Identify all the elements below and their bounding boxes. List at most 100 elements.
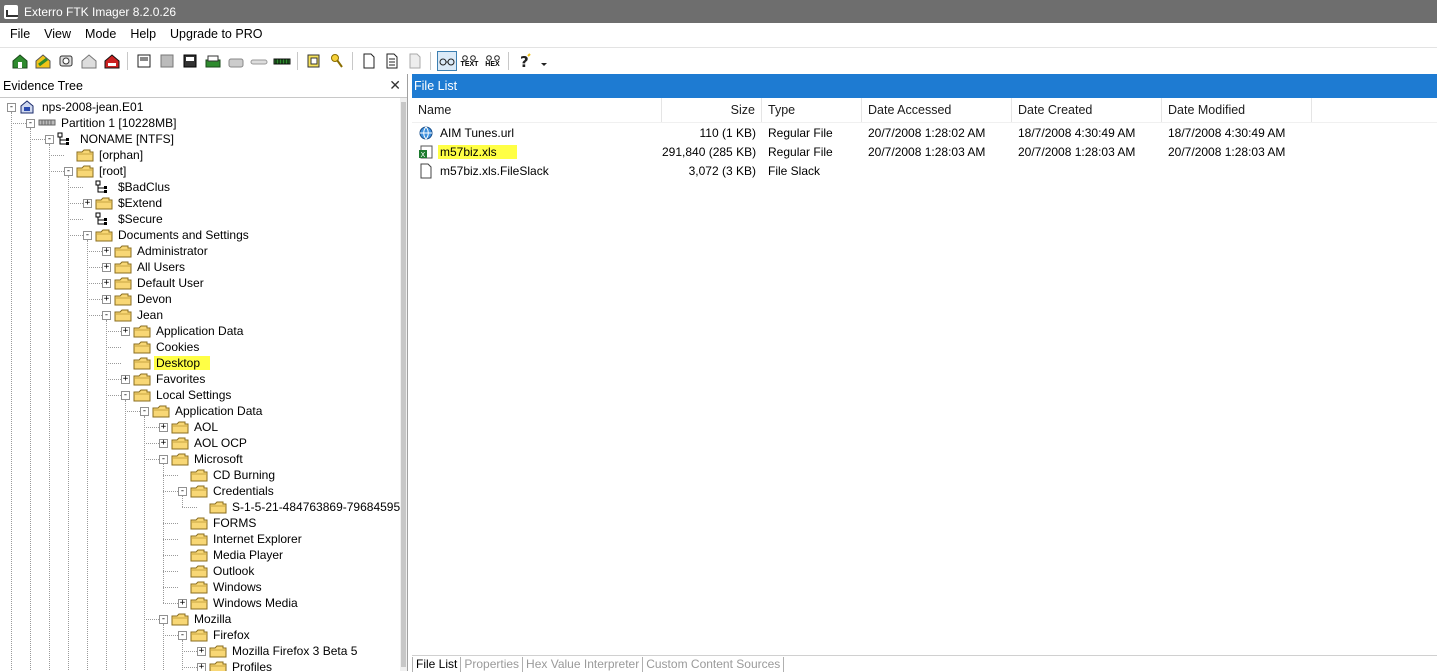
expand-icon[interactable]: +: [83, 198, 92, 208]
menu-help[interactable]: Help: [123, 23, 163, 45]
tree-item[interactable]: + Devon: [102, 291, 174, 307]
tree-item[interactable]: CD Burning: [178, 467, 277, 483]
column-date-accessed[interactable]: Date Accessed: [862, 98, 1012, 122]
tree-item[interactable]: - [root]: [64, 163, 128, 179]
tree-item[interactable]: - Credentials: [178, 483, 276, 499]
collapse-icon[interactable]: -: [140, 406, 149, 416]
tree-item[interactable]: [orphan]: [64, 147, 145, 163]
tree-item[interactable]: Cookies: [121, 339, 201, 355]
tree-item[interactable]: + Default User: [102, 275, 206, 291]
tree-item[interactable]: $BadClus: [83, 179, 172, 195]
export-logical-image-icon[interactable]: [180, 51, 200, 71]
expand-icon[interactable]: +: [197, 662, 206, 671]
tree-item[interactable]: FORMS: [178, 515, 258, 531]
add-all-evidence-icon[interactable]: [33, 51, 53, 71]
tab-properties[interactable]: Properties: [461, 657, 524, 672]
tab-custom-content-sources[interactable]: Custom Content Sources: [643, 657, 785, 672]
tree-item[interactable]: - Mozilla: [159, 611, 233, 627]
tree-item[interactable]: - Local Settings: [121, 387, 233, 403]
expand-icon[interactable]: +: [121, 374, 130, 384]
expand-icon[interactable]: +: [178, 598, 187, 608]
export-disk-image-icon[interactable]: [157, 51, 177, 71]
expand-icon[interactable]: +: [197, 646, 206, 656]
expand-icon[interactable]: +: [102, 294, 111, 304]
tree-item[interactable]: Media Player: [178, 547, 285, 563]
tree-item[interactable]: + All Users: [102, 259, 187, 275]
export-files-icon[interactable]: [359, 51, 379, 71]
column-date-modified[interactable]: Date Modified: [1162, 98, 1312, 122]
tree-item[interactable]: + Favorites: [121, 371, 207, 387]
tree-item[interactable]: + Windows Media: [178, 595, 300, 611]
column-name[interactable]: Name: [412, 98, 662, 122]
expand-icon[interactable]: +: [102, 246, 111, 256]
tab-hex-value-interpreter[interactable]: Hex Value Interpreter: [523, 657, 644, 672]
tree-item[interactable]: + Application Data: [121, 323, 245, 339]
tree-item[interactable]: - NONAME [NTFS]: [45, 131, 176, 147]
expand-icon[interactable]: +: [121, 326, 130, 336]
help-icon[interactable]: ?: [515, 51, 535, 71]
tree-item[interactable]: + Mozilla Firefox 3 Beta 5: [197, 643, 359, 659]
collapse-icon[interactable]: -: [178, 630, 187, 640]
tree-item[interactable]: + $Extend: [83, 195, 164, 211]
close-icon[interactable]: ✕: [389, 77, 401, 94]
tree-item[interactable]: + AOL: [159, 419, 220, 435]
expand-icon[interactable]: +: [159, 422, 168, 432]
collapse-icon[interactable]: -: [45, 134, 54, 144]
verify-drive-icon[interactable]: [272, 51, 292, 71]
tree-item[interactable]: - Documents and Settings: [83, 227, 251, 243]
expand-icon[interactable]: +: [102, 262, 111, 272]
obtain-protected-files-icon[interactable]: [304, 51, 324, 71]
decrypt-ad1-icon[interactable]: [249, 51, 269, 71]
collapse-icon[interactable]: -: [26, 118, 35, 128]
column-type[interactable]: Type: [762, 98, 862, 122]
scrollbar[interactable]: [400, 98, 407, 671]
add-to-custom-content-icon[interactable]: [203, 51, 223, 71]
remove-all-evidence-icon[interactable]: [102, 51, 122, 71]
file-row[interactable]: m57biz.xls.FileSlack 3,072 (3 KB) File Sla…: [412, 161, 1437, 180]
tree-item[interactable]: S-1-5-21-484763869-796845957-: [197, 499, 407, 515]
expand-icon[interactable]: +: [159, 438, 168, 448]
tree-item[interactable]: - Partition 1 [10228MB]: [26, 115, 178, 131]
collapse-icon[interactable]: -: [178, 486, 187, 496]
collapse-icon[interactable]: -: [7, 102, 16, 112]
menu-view[interactable]: View: [37, 23, 78, 45]
file-row[interactable]: Xm57biz.xls 291,840 (285 KB) Regular File 2…: [412, 142, 1437, 161]
tree-item[interactable]: - Microsoft: [159, 451, 245, 467]
tree-item[interactable]: + Profiles: [197, 659, 274, 671]
tree-item[interactable]: $Secure: [83, 211, 165, 227]
scrollbar-thumb[interactable]: [401, 102, 406, 667]
column-size[interactable]: Size: [662, 98, 762, 122]
tree-item[interactable]: - Application Data: [140, 403, 264, 419]
file-row[interactable]: AIM Tunes.url 110 (1 KB) Regular File 20/7/…: [412, 123, 1437, 142]
menu-upgrade[interactable]: Upgrade to PRO: [163, 23, 269, 45]
column-date-created[interactable]: Date Created: [1012, 98, 1162, 122]
create-disk-image-icon[interactable]: [134, 51, 154, 71]
collapse-icon[interactable]: -: [83, 230, 92, 240]
remove-evidence-icon[interactable]: [79, 51, 99, 71]
create-custom-content-icon[interactable]: [226, 51, 246, 71]
tab-file-list[interactable]: File List: [412, 657, 462, 672]
menu-file[interactable]: File: [0, 23, 37, 45]
image-mounting-icon[interactable]: [56, 51, 76, 71]
tree-item[interactable]: Desktop: [121, 355, 211, 371]
tree-item[interactable]: + Administrator: [102, 243, 210, 259]
text-view-icon[interactable]: TEXT: [460, 51, 480, 71]
tree-item[interactable]: - Jean: [102, 307, 165, 323]
detect-encryption-icon[interactable]: [327, 51, 347, 71]
tree-item[interactable]: Internet Explorer: [178, 531, 304, 547]
collapse-icon[interactable]: -: [102, 310, 111, 320]
dropdown-arrow-icon[interactable]: [538, 51, 550, 71]
tree-item[interactable]: - Firefox: [178, 627, 252, 643]
expand-icon[interactable]: +: [102, 278, 111, 288]
tree-item[interactable]: Windows: [178, 579, 264, 595]
tree-item[interactable]: Outlook: [178, 563, 256, 579]
collapse-icon[interactable]: -: [121, 390, 130, 400]
hex-view-icon[interactable]: HEX: [483, 51, 503, 71]
collapse-icon[interactable]: -: [64, 166, 73, 176]
tree-item[interactable]: + AOL OCP: [159, 435, 249, 451]
collapse-icon[interactable]: -: [159, 454, 168, 464]
tree-item[interactable]: - nps-2008-jean.E01: [7, 99, 145, 115]
collapse-icon[interactable]: -: [159, 614, 168, 624]
menu-mode[interactable]: Mode: [78, 23, 123, 45]
add-evidence-icon[interactable]: [10, 51, 30, 71]
